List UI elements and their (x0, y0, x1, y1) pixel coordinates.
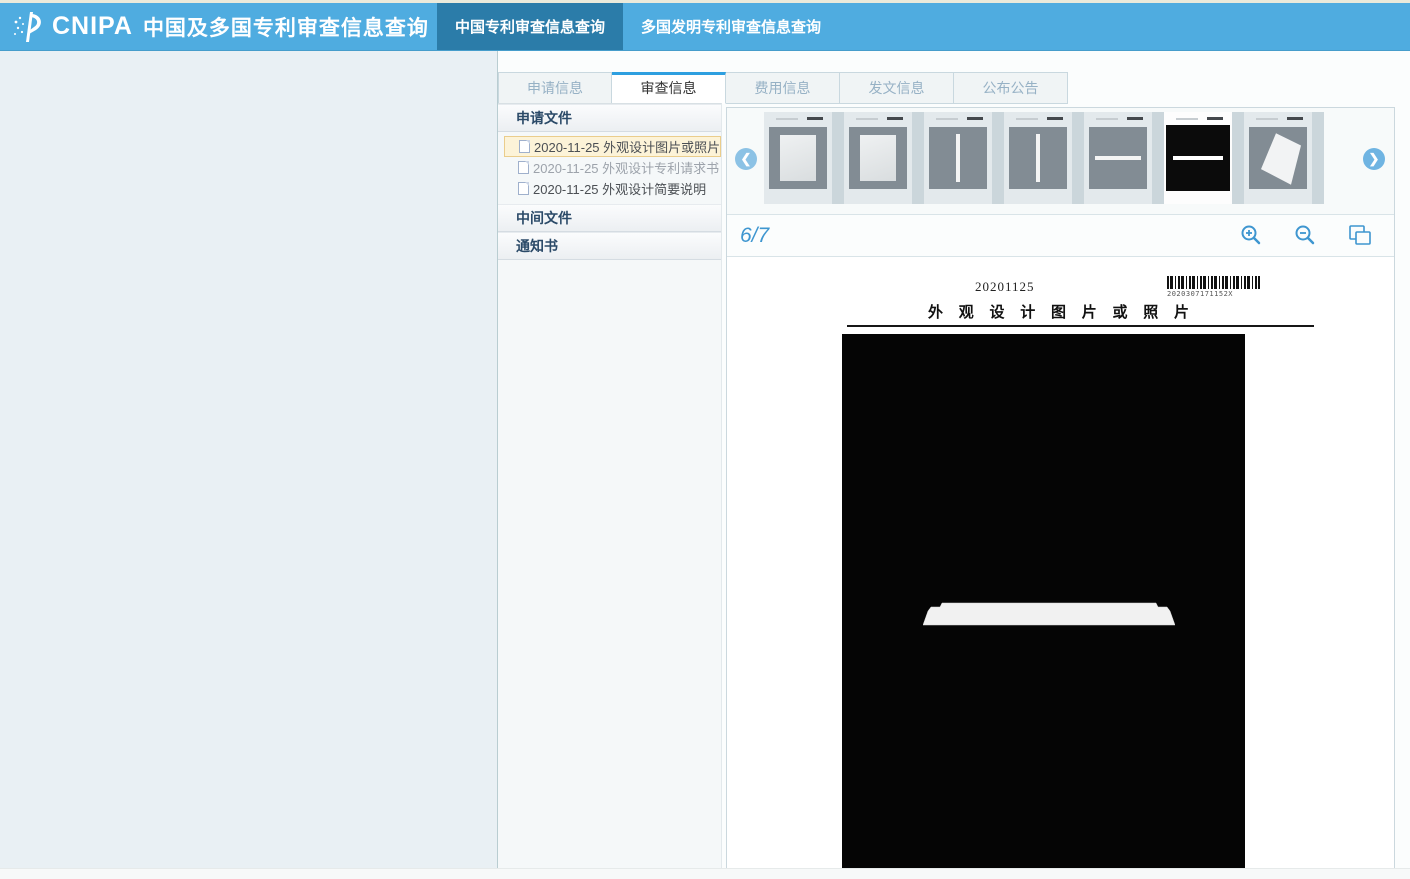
section-notifications[interactable]: 通知书 (498, 232, 721, 260)
barcode (1167, 276, 1260, 289)
file-item-design-request[interactable]: 2020-11-25 外观设计专利请求书 (504, 157, 721, 178)
thumbnail-page-2[interactable] (844, 112, 924, 204)
document-icon (518, 182, 529, 195)
title-divider (847, 325, 1314, 327)
thumbnail-page-1[interactable] (764, 112, 844, 204)
viewer-tools (1240, 224, 1372, 246)
file-item-label: 2020-11-25 外观设计专利请求书 (533, 158, 719, 177)
tab-issued-docs-info[interactable]: 发文信息 (840, 72, 954, 104)
tab-fee-info[interactable]: 费用信息 (726, 72, 840, 104)
cnipa-logo-icon (12, 9, 46, 45)
top-nav-china-patent[interactable]: 中国专利审查信息查询 (437, 3, 623, 50)
thumbnail-strip: ❮ ❯ (727, 108, 1394, 215)
multi-page-view-icon[interactable] (1348, 224, 1372, 246)
file-item-label: 2020-11-25 外观设计简要说明 (533, 179, 706, 198)
tab-examination-info[interactable]: 审查信息 (612, 72, 726, 104)
info-tabbar: 申请信息 审查信息 费用信息 发文信息 公布公告 (498, 72, 1068, 104)
brand: CNIPA 中国及多国专利审查信息查询 (0, 3, 429, 50)
top-nav-multi-country[interactable]: 多国发明专利审查信息查询 (623, 3, 839, 50)
document-icon (519, 140, 530, 153)
thumbnail-page-7[interactable] (1244, 112, 1324, 204)
application-files-tree: 2020-11-25 外观设计图片或照片 2020-11-25 外观设计专利请求… (498, 132, 721, 204)
brand-title: 中国及多国专利审查信息查询 (143, 12, 429, 42)
section-intermediate-files[interactable]: 中间文件 (498, 204, 721, 232)
top-nav: 中国专利审查信息查询 多国发明专利审查信息查询 (437, 3, 839, 50)
thumbnails-prev-button[interactable]: ❮ (735, 148, 757, 170)
document-icon (518, 161, 529, 174)
page-indicator: 6/7 (727, 224, 769, 248)
document-page[interactable]: 20201125 2020307171152X 外 观 设 计 图 片 或 照 … (727, 257, 1394, 872)
barcode-number: 2020307171152X (1167, 290, 1233, 298)
tab-application-info[interactable]: 申请信息 (498, 72, 612, 104)
file-item-label: 2020-11-25 外观设计图片或照片 (534, 137, 720, 156)
thumbnail-page-6-current[interactable] (1164, 112, 1244, 204)
document-viewer: ❮ ❯ 6/7 (726, 107, 1395, 868)
design-photo-black (842, 334, 1245, 872)
file-item-design-images[interactable]: 2020-11-25 外观设计图片或照片 (504, 136, 721, 157)
thumbnail-rail (764, 112, 1352, 210)
zoom-out-icon[interactable] (1294, 224, 1316, 246)
document-title: 外 观 设 计 图 片 或 照 片 (727, 301, 1394, 322)
app-header: CNIPA 中国及多国专利审查信息查询 中国专利审查信息查询 多国发明专利审查信… (0, 3, 1410, 51)
design-object-bar (923, 602, 1175, 626)
zoom-in-icon[interactable] (1240, 224, 1262, 246)
tab-publication-info[interactable]: 公布公告 (954, 72, 1068, 104)
horizontal-scrollbar-track[interactable] (0, 868, 1410, 879)
thumbnail-page-5[interactable] (1084, 112, 1164, 204)
thumbnail-page-3[interactable] (924, 112, 1004, 204)
file-item-design-brief[interactable]: 2020-11-25 外观设计简要说明 (504, 178, 721, 199)
file-tree-panel: 申请文件 2020-11-25 外观设计图片或照片 2020-11-25 外观设… (498, 103, 722, 868)
thumbnails-next-button[interactable]: ❯ (1363, 148, 1385, 170)
section-application-files[interactable]: 申请文件 (498, 104, 721, 132)
brand-name: CNIPA (52, 12, 133, 41)
content-wrapper: 申请信息 审查信息 费用信息 发文信息 公布公告 申请文件 2020-11-25… (497, 51, 1410, 879)
document-date: 20201125 (975, 279, 1035, 295)
viewer-toolbar: 6/7 (727, 215, 1394, 257)
thumbnail-page-4[interactable] (1004, 112, 1084, 204)
